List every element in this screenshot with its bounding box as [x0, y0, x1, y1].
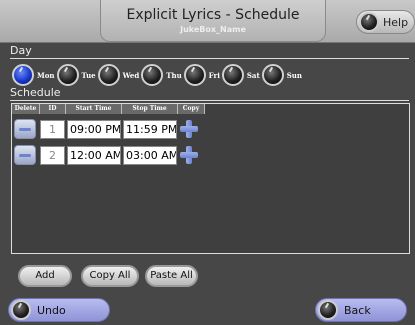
- copy-row-button[interactable]: [179, 145, 199, 165]
- knob-icon: [183, 64, 206, 86]
- schedule-divider: [10, 100, 409, 101]
- day-option-mon[interactable]: Mon: [12, 64, 55, 86]
- schedule-section-label: Schedule: [10, 86, 61, 99]
- day-option-sun[interactable]: Sun: [261, 64, 302, 86]
- day-label: Sun: [286, 70, 302, 80]
- back-button[interactable]: Back: [315, 298, 407, 322]
- copy-row-button[interactable]: [179, 119, 199, 139]
- knob-icon: [359, 12, 379, 32]
- undo-label: Undo: [37, 303, 66, 317]
- start-time-field[interactable]: 09:00 PM: [67, 119, 121, 139]
- knob-icon: [56, 64, 79, 86]
- schedule-screen: Explicit Lyrics - Schedule JukeBox_Name …: [0, 0, 415, 325]
- knob-icon: [261, 64, 284, 86]
- day-option-tue[interactable]: Tue: [56, 64, 96, 86]
- day-option-sat[interactable]: Sat: [221, 64, 260, 86]
- delete-row-button[interactable]: [14, 145, 36, 165]
- column-header-copy: Copy: [178, 104, 205, 114]
- day-section-label: Day: [10, 44, 32, 57]
- jukebox-name: JukeBox_Name: [180, 25, 246, 34]
- undo-button[interactable]: Undo: [8, 298, 110, 322]
- day-label: Mon: [37, 70, 55, 80]
- day-label: Sat: [246, 70, 260, 80]
- delete-row-button[interactable]: [14, 119, 36, 139]
- stop-time-field[interactable]: 11:59 PM: [123, 119, 177, 139]
- column-header-start-time: Start Time: [66, 104, 122, 114]
- knob-icon: [11, 300, 31, 320]
- help-button[interactable]: Help: [356, 10, 415, 34]
- knob-icon: [12, 64, 34, 86]
- table-header: Delete ID Start Time Stop Time Copy: [12, 104, 205, 114]
- column-header-delete: Delete: [12, 104, 40, 114]
- day-selector: Mon Tue Wed Thu Fri Sat Sun: [12, 64, 304, 86]
- day-label: Fri: [208, 70, 220, 80]
- start-time-field[interactable]: 12:00 AM: [67, 145, 121, 165]
- table-row: 1 09:00 PM 11:59 PM: [14, 119, 199, 139]
- title-tab: Explicit Lyrics - Schedule JukeBox_Name: [100, 0, 326, 42]
- column-header-stop-time: Stop Time: [122, 104, 178, 114]
- day-divider: [10, 58, 409, 59]
- schedule-table: Delete ID Start Time Stop Time Copy 1 09…: [11, 103, 410, 254]
- help-label: Help: [383, 15, 409, 29]
- knob-icon: [318, 300, 338, 320]
- back-label: Back: [344, 303, 371, 317]
- day-option-fri[interactable]: Fri: [183, 64, 220, 86]
- column-header-id: ID: [40, 104, 66, 114]
- stop-time-field[interactable]: 03:00 AM: [123, 145, 177, 165]
- add-button[interactable]: Add: [18, 265, 72, 287]
- day-option-thu[interactable]: Thu: [141, 64, 182, 86]
- copy-all-button[interactable]: Copy All: [81, 265, 139, 287]
- knob-icon: [221, 64, 244, 86]
- title-bar: Explicit Lyrics - Schedule JukeBox_Name …: [0, 0, 415, 43]
- day-label: Thu: [166, 70, 182, 80]
- knob-icon: [97, 64, 120, 86]
- knob-icon: [141, 64, 164, 86]
- row-id: 1: [40, 119, 65, 139]
- paste-all-button[interactable]: Paste All: [145, 265, 198, 287]
- page-title: Explicit Lyrics - Schedule: [126, 7, 300, 23]
- day-option-wed[interactable]: Wed: [97, 64, 140, 86]
- day-label: Tue: [81, 70, 96, 80]
- day-label: Wed: [122, 70, 140, 80]
- table-row: 2 12:00 AM 03:00 AM: [14, 145, 199, 165]
- row-id: 2: [40, 145, 65, 165]
